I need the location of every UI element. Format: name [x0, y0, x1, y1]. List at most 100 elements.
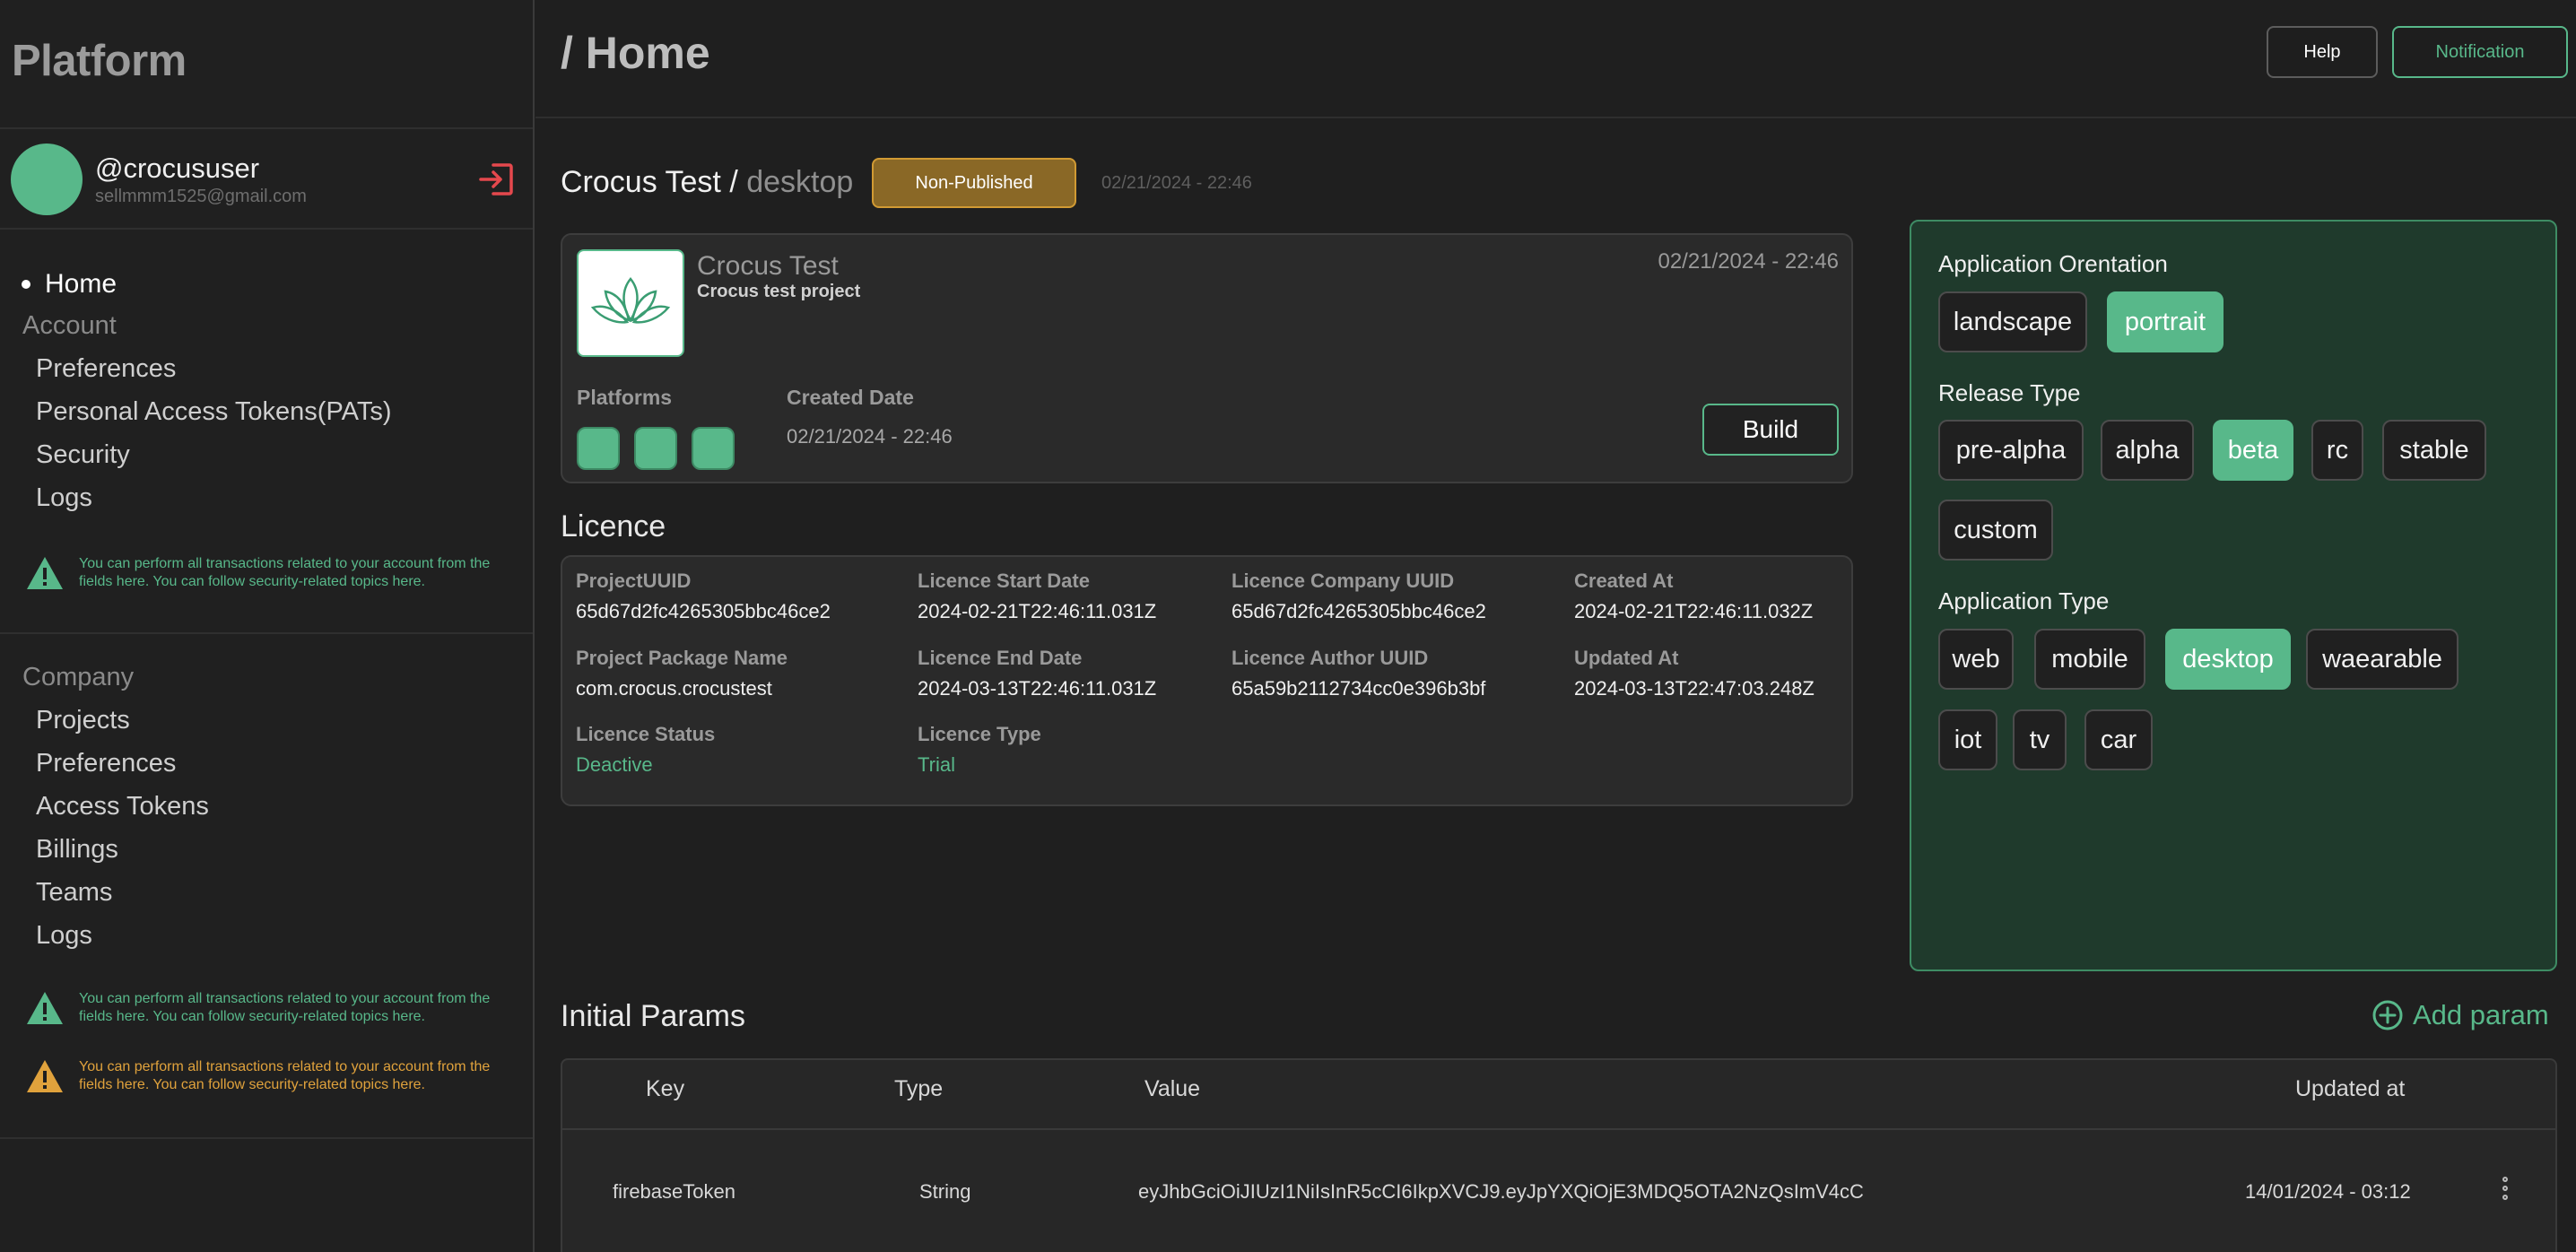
project-name: Crocus Test / [561, 165, 738, 199]
chip-landscape[interactable]: landscape [1938, 291, 2087, 352]
licence-project-uuid: ProjectUUID 65d67d2fc4265305bbc46ce2 [576, 569, 831, 623]
chip-rc[interactable]: rc [2311, 420, 2363, 481]
param-type: String [919, 1180, 971, 1203]
header-divider [535, 117, 2576, 118]
sidebar-item-home[interactable]: Home [22, 269, 117, 300]
sidebar-item-company-logs[interactable]: Logs [36, 921, 92, 951]
sidebar-item-pats[interactable]: Personal Access Tokens(PATs) [36, 397, 392, 427]
section-company-title: Company [22, 663, 135, 691]
company-notice: You can perform all transactions related… [25, 990, 527, 1026]
notice-text: You can perform all transactions related… [79, 556, 491, 589]
project-logo [577, 249, 684, 357]
chip-tv[interactable]: tv [2013, 709, 2067, 770]
field-label: Licence Start Date [918, 569, 1090, 592]
build-button[interactable]: Build [1702, 404, 1839, 456]
divider [0, 1137, 533, 1139]
sidebar-item-company-preferences[interactable]: Preferences [36, 749, 176, 778]
help-button[interactable]: Help [2267, 26, 2378, 78]
sidebar-item-projects[interactable]: Projects [36, 706, 130, 735]
chip-pre-alpha[interactable]: pre-alpha [1938, 420, 2084, 481]
notice-text: You can perform all transactions related… [79, 1059, 491, 1092]
project-platform: desktop [746, 165, 854, 199]
column-header-value[interactable]: Value [1144, 1076, 1200, 1102]
field-value: 2024-02-21T22:46:11.032Z [1574, 600, 1814, 622]
field-label: Project Package Name [576, 647, 788, 669]
licence-start-date: Licence Start Date 2024-02-21T22:46:11.0… [918, 569, 1156, 623]
orientation-title: Application Orentation [1938, 250, 2168, 277]
licence-package-name: Project Package Name com.crocus.crocuste… [576, 647, 788, 700]
field-value: 65a59b2112734cc0e396b3bf [1231, 677, 1486, 700]
application-type-title: Application Type [1938, 587, 2110, 614]
account-notice: You can perform all transactions related… [25, 555, 527, 591]
field-label: Licence Status [576, 723, 716, 745]
divider [0, 127, 533, 129]
licence-card: ProjectUUID 65d67d2fc4265305bbc46ce2 Lic… [561, 555, 1853, 806]
field-label: Updated At [1574, 647, 1679, 669]
chip-iot[interactable]: iot [1938, 709, 1997, 770]
status-badge: Non-Published [872, 158, 1076, 208]
sidebar-item-security[interactable]: Security [36, 440, 130, 470]
platform-icon[interactable] [577, 427, 620, 470]
avatar[interactable] [11, 143, 83, 215]
sidebar-item-preferences[interactable]: Preferences [36, 354, 176, 384]
divider [0, 632, 533, 634]
notice-text: You can perform all transactions related… [79, 991, 491, 1024]
chip-desktop[interactable]: desktop [2165, 629, 2291, 690]
table-header: Key Type Value Updated at [562, 1060, 2555, 1130]
platform-icon[interactable] [634, 427, 677, 470]
plus-circle-icon [2372, 1000, 2403, 1030]
release-type-title: Release Type [1938, 379, 2081, 406]
chip-beta[interactable]: beta [2213, 420, 2293, 481]
project-card-description: Crocus test project [697, 282, 861, 301]
field-label: Licence Type [918, 723, 1041, 745]
notification-button[interactable]: Notification [2392, 26, 2568, 78]
field-value: 2024-02-21T22:46:11.031Z [918, 600, 1157, 622]
add-param-label: Add param [2413, 999, 2549, 1030]
created-date-label: Created Date [787, 386, 914, 409]
field-label: Licence Author UUID [1231, 647, 1429, 669]
param-value: eyJhbGciOiJIUzI1NiIsInR5cCI6IkpXVCJ9.eyJ… [1138, 1180, 1864, 1203]
logout-icon[interactable] [477, 160, 517, 199]
project-title: Crocus Test / desktop [561, 165, 853, 200]
chip-web[interactable]: web [1938, 629, 2014, 690]
licence-updated-at: Updated At 2024-03-13T22:47:03.248Z [1574, 647, 1815, 700]
field-value: Deactive [576, 753, 653, 776]
column-header-type[interactable]: Type [894, 1076, 943, 1102]
column-header-key[interactable]: Key [646, 1076, 684, 1102]
initial-params-heading: Initial Params [561, 999, 745, 1033]
chip-waearable[interactable]: waearable [2306, 629, 2459, 690]
sidebar-item-label: Home [45, 269, 117, 299]
sidebar-item-teams[interactable]: Teams [36, 878, 112, 908]
sidebar-item-access-tokens[interactable]: Access Tokens [36, 792, 209, 822]
divider [0, 228, 533, 230]
created-date-value: 02/21/2024 - 22:46 [787, 425, 953, 448]
param-key: firebaseToken [613, 1180, 735, 1203]
licence-author-uuid: Licence Author UUID 65a59b2112734cc0e396… [1231, 647, 1485, 700]
sidebar-item-billings[interactable]: Billings [36, 835, 118, 865]
row-menu-icon[interactable] [2502, 1177, 2508, 1200]
chip-custom[interactable]: custom [1938, 500, 2053, 561]
platform-icon[interactable] [692, 427, 735, 470]
chip-portrait[interactable]: portrait [2107, 291, 2224, 352]
field-label: Licence Company UUID [1231, 569, 1455, 592]
param-updated-at: 14/01/2024 - 03:12 [2245, 1180, 2411, 1203]
chip-mobile[interactable]: mobile [2034, 629, 2145, 690]
add-param-button[interactable]: Add param [2371, 999, 2549, 1031]
warning-icon [27, 1060, 63, 1092]
column-header-updated-at[interactable]: Updated at [2295, 1076, 2405, 1102]
active-dot-icon [22, 280, 30, 289]
field-value: 2024-03-13T22:46:11.031Z [918, 677, 1157, 700]
sidebar-item-logs[interactable]: Logs [36, 483, 92, 513]
field-label: Created At [1574, 569, 1674, 592]
brand-title: Platform [12, 37, 187, 85]
sidebar: Platform @crocususer sellmmm1525@gmail.c… [0, 0, 535, 1252]
licence-heading: Licence [561, 509, 666, 543]
chip-car[interactable]: car [2084, 709, 2153, 770]
field-value: 65d67d2fc4265305bbc46ce2 [576, 600, 831, 622]
params-table: Key Type Value Updated at firebaseToken … [561, 1058, 2557, 1252]
application-options-panel: Application Orentation landscape portrai… [1910, 220, 2557, 971]
company-warning-notice: You can perform all transactions related… [25, 1058, 527, 1094]
chip-alpha[interactable]: alpha [2101, 420, 2194, 481]
chip-stable[interactable]: stable [2382, 420, 2486, 481]
licence-created-at: Created At 2024-02-21T22:46:11.032Z [1574, 569, 1813, 623]
